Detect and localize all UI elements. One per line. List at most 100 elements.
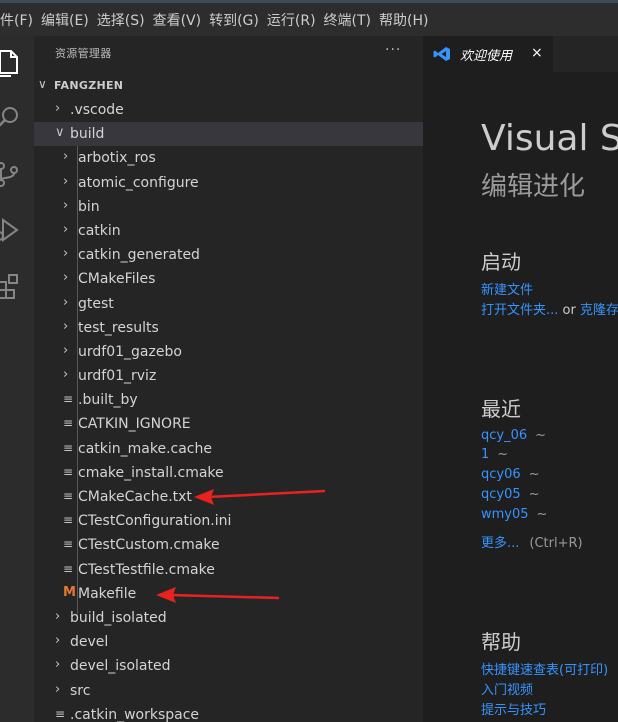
or-text: or (558, 303, 580, 318)
recent-path: ~ (535, 428, 547, 443)
chevron-right-icon[interactable]: › (63, 295, 68, 310)
recent-item[interactable]: qcy_06 ~ (481, 428, 546, 443)
tree-item-label: .built_by (78, 392, 138, 409)
chevron-down-icon[interactable]: ∨ (55, 125, 65, 140)
tree-folder[interactable]: › CMakeFiles (34, 267, 423, 291)
explorer-sidebar: 资源管理器 ··· ∨ FANGZHEN › .vscode ∨ build › arbo… (34, 36, 423, 722)
chevron-right-icon[interactable]: › (63, 270, 68, 285)
chevron-right-icon[interactable]: › (55, 682, 60, 697)
chevron-right-icon[interactable]: › (55, 101, 60, 116)
chevron-right-icon[interactable]: › (63, 222, 68, 237)
more-actions-button[interactable]: ··· (385, 42, 401, 58)
open-folder-link[interactable]: 打开文件夹... (481, 303, 558, 318)
tree-item-label: .vscode (70, 102, 124, 118)
tree-file[interactable]: ≡ .catkin_workspace (34, 703, 423, 722)
tree-folder[interactable]: › catkin_generated (34, 243, 423, 267)
more-label: 更多... (481, 536, 520, 551)
run-debug-icon[interactable] (0, 212, 26, 248)
text-file-icon: ≡ (55, 706, 66, 721)
tree-item-label: atomic_configure (78, 174, 199, 191)
tree-file[interactable]: ≡ CMakeCache.txt (34, 485, 423, 509)
makefile-icon: M (63, 584, 76, 600)
chevron-right-icon[interactable]: › (63, 198, 68, 213)
more-recent-link[interactable]: 更多... (Ctrl+R) (481, 532, 583, 551)
tree-file[interactable]: ≡ CTestTestfile.cmake (34, 558, 423, 582)
tree-file[interactable]: M Makefile (34, 582, 423, 606)
recent-item[interactable]: qcy05 ~ (481, 487, 540, 502)
recent-item[interactable]: qcy06 ~ (481, 467, 540, 482)
tree-item-label: devel_isolated (70, 658, 171, 675)
text-file-icon: ≡ (63, 440, 74, 455)
tree-item-label: urdf01_gazebo (78, 343, 182, 360)
tree-item-label: test_results (78, 319, 159, 336)
chevron-right-icon[interactable]: › (63, 149, 68, 164)
tree-folder[interactable]: › urdf01_rviz (34, 364, 423, 388)
search-icon[interactable] (0, 100, 26, 136)
workspace-root-folder[interactable]: ∨ FANGZHEN (34, 76, 423, 98)
workspace-root-label: FANGZHEN (54, 79, 124, 92)
tree-item-label: .catkin_workspace (70, 706, 200, 722)
help-heading: 帮助 (481, 630, 521, 654)
tree-item-label: catkin_make.cache (78, 440, 212, 457)
tree-item-label: CATKIN_IGNORE (78, 416, 191, 433)
chevron-right-icon[interactable]: › (63, 246, 68, 261)
tree-folder[interactable]: › devel (34, 630, 423, 654)
tree-file[interactable]: ≡ catkin_make.cache (34, 437, 423, 461)
extensions-icon[interactable] (0, 268, 26, 304)
source-control-icon[interactable] (0, 156, 26, 192)
tree-folder[interactable]: › .vscode (34, 98, 423, 122)
tree-folder[interactable]: ∨ build (34, 122, 423, 147)
new-file-link[interactable]: 新建文件 (481, 279, 533, 298)
help-link-keyboard-cheatsheet[interactable]: 快捷键速查表(可打印) (481, 659, 608, 678)
recent-path: ~ (528, 487, 540, 502)
clone-link[interactable]: 克隆存 (580, 303, 618, 318)
recent-item[interactable]: wmy05 ~ (481, 507, 547, 522)
help-link-intro-videos[interactable]: 入门视频 (481, 679, 533, 698)
menu-bar: 文件(F) 编辑(E) 选择(S) 查看(V) 转到(G) 运行(R) 终端(T… (0, 3, 618, 36)
tree-folder[interactable]: › devel_isolated (34, 654, 423, 678)
tree-folder[interactable]: › atomic_configure (34, 171, 423, 195)
tree-item-label: devel (70, 634, 109, 651)
text-file-icon: ≡ (63, 561, 74, 576)
chevron-right-icon[interactable]: › (63, 174, 68, 189)
tree-item-label: CMakeFiles (78, 271, 156, 288)
chevron-right-icon[interactable]: › (55, 609, 60, 624)
recent-name: qcy06 (481, 467, 521, 482)
tree-folder[interactable]: › urdf01_gazebo (34, 340, 423, 364)
tree-folder[interactable]: › test_results (34, 316, 423, 340)
tree-folder[interactable]: › src (34, 679, 423, 703)
open-folder-line: 打开文件夹... or 克隆存 (481, 299, 618, 318)
text-file-icon: ≡ (63, 537, 74, 552)
explorer-icon[interactable] (0, 44, 26, 80)
tree-file[interactable]: ≡ CATKIN_IGNORE (34, 412, 423, 436)
tree-folder[interactable]: › gtest (34, 292, 423, 316)
tree-file[interactable]: ≡ CTestCustom.cmake (34, 533, 423, 557)
recent-name: 1 (481, 447, 490, 462)
tree-item-label: bin (78, 198, 100, 215)
recent-name: wmy05 (481, 507, 529, 522)
tree-file[interactable]: ≡ CTestConfiguration.ini (34, 509, 423, 533)
tree-item-label: catkin_generated (78, 247, 200, 264)
chevron-right-icon[interactable]: › (55, 657, 60, 672)
chevron-right-icon[interactable]: › (55, 633, 60, 648)
chevron-right-icon[interactable]: › (63, 367, 68, 382)
tree-item-label: urdf01_rviz (78, 368, 157, 385)
tree-file[interactable]: ≡ cmake_install.cmake (34, 461, 423, 485)
tree-folder[interactable]: › bin (34, 195, 423, 219)
tab-welcome[interactable]: 欢迎使用 × (423, 36, 553, 72)
recent-item[interactable]: 1 ~ (481, 447, 508, 462)
tree-folder[interactable]: › arbotix_ros (34, 146, 423, 170)
recent-name: qcy_06 (481, 428, 528, 443)
chevron-right-icon[interactable]: › (63, 343, 68, 358)
tree-folder[interactable]: › build_isolated (34, 606, 423, 630)
chevron-right-icon[interactable]: › (63, 319, 68, 334)
explorer-header: 资源管理器 ··· (34, 36, 423, 70)
tree-item-label: build_isolated (70, 609, 167, 626)
tree-folder[interactable]: › catkin (34, 219, 423, 243)
menu-help[interactable]: 帮助(H) (351, 10, 428, 30)
tree-item-label: CMakeCache.txt (78, 489, 192, 505)
help-link-tips[interactable]: 提示与技巧 (481, 699, 546, 718)
tab-close-icon[interactable]: × (531, 45, 543, 61)
tree-file[interactable]: ≡ .built_by (34, 388, 423, 412)
recent-path: ~ (497, 447, 509, 462)
